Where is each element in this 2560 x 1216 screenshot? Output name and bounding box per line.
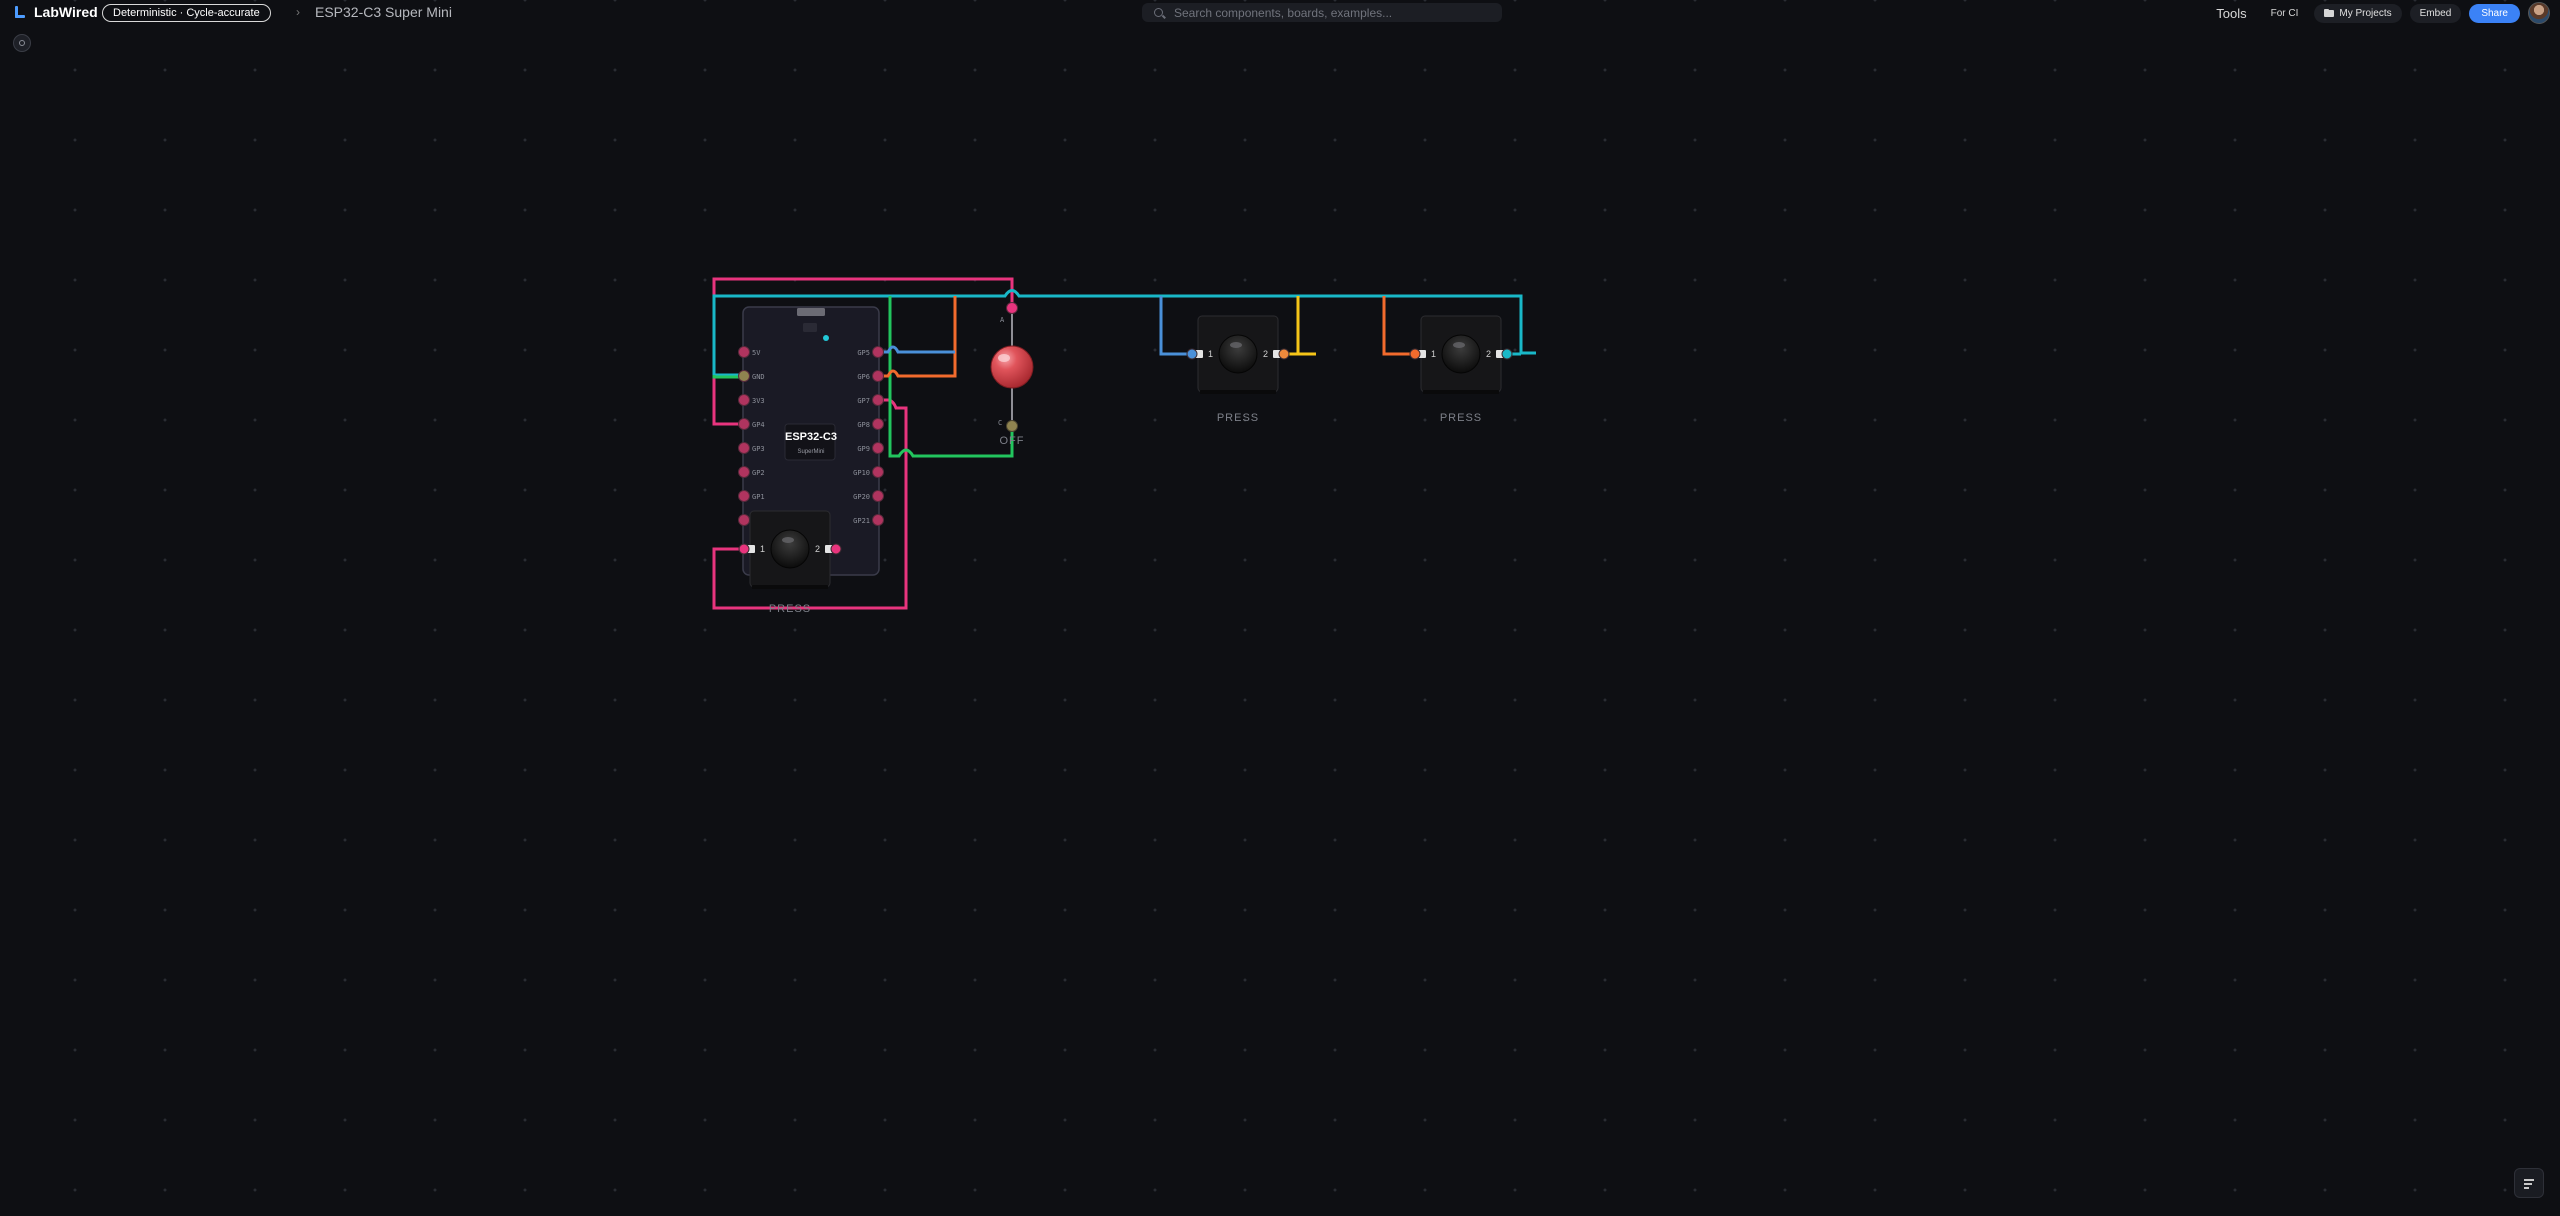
board-pin-gp8[interactable] [872, 418, 884, 430]
board-subtitle: SuperMini [797, 449, 824, 455]
board-pin-label: GP2 [752, 469, 765, 477]
board-pin-gp2[interactable] [738, 466, 750, 478]
button-base-shadow [752, 585, 828, 589]
board-pin-gp3[interactable] [738, 442, 750, 454]
button-label: PRESS [1217, 412, 1259, 424]
board-pin-gp0[interactable] [738, 514, 750, 526]
board-pin-label: GP21 [853, 517, 870, 525]
button-pin-2-label: 2 [815, 544, 820, 554]
circuit-diagram[interactable]: ESP32-C3 SuperMini 5V GND 3V3 GP4 GP3 GP2 GP1 G… [0, 0, 2560, 1216]
board-pin-label: GP20 [853, 493, 870, 501]
button-base-shadow [1423, 390, 1499, 394]
push-button-3[interactable]: 1 2 PRESS [1409, 315, 1513, 424]
push-button-1[interactable]: 1 2 PRESS [738, 510, 842, 615]
board-pin-label: GP10 [853, 469, 870, 477]
usb-connector [797, 308, 825, 316]
button-pin-1-label: 1 [760, 544, 765, 554]
board-chip [803, 323, 817, 332]
button-pin-1[interactable] [1186, 348, 1198, 360]
button-pin-1[interactable] [738, 543, 750, 555]
board-pin-label: GP6 [857, 373, 870, 381]
button-pin-1-label: 1 [1208, 349, 1213, 359]
wire-blue-gp5[interactable] [878, 345, 955, 354]
push-button-2[interactable]: 1 2 PRESS [1186, 315, 1290, 424]
board-pin-gp10[interactable] [872, 466, 884, 478]
board-pin-gp21[interactable] [872, 514, 884, 526]
board-title: ESP32-C3 [785, 431, 837, 443]
button-base-shadow [1200, 390, 1276, 394]
led-anode-label: A [1000, 316, 1005, 324]
button-cap-highlight [1453, 342, 1465, 348]
button-cap[interactable] [1441, 334, 1481, 374]
board-pin-gp4[interactable] [738, 418, 750, 430]
button-cap[interactable] [770, 529, 810, 569]
board-pin-3v3[interactable] [738, 394, 750, 406]
board-pin-gp5[interactable] [872, 346, 884, 358]
board-pin-label: GP7 [857, 397, 870, 405]
board-pin-5v[interactable] [738, 346, 750, 358]
board-pin-label: GP1 [752, 493, 765, 501]
led-body[interactable] [990, 345, 1034, 389]
board-pin-gp6[interactable] [872, 370, 884, 382]
button-label: PRESS [1440, 412, 1482, 424]
button-pin-2-label: 2 [1263, 349, 1268, 359]
wire-blue-button2[interactable] [1159, 296, 1190, 356]
board-pin-label: GP8 [857, 421, 870, 429]
led-cathode-pin[interactable] [1006, 420, 1018, 432]
board-pin-gp20[interactable] [872, 490, 884, 502]
board-pin-gnd[interactable] [738, 370, 750, 382]
board-pin-label: GND [752, 373, 765, 381]
led-anode-pin[interactable] [1006, 302, 1018, 314]
button-pin-1-label: 1 [1431, 349, 1436, 359]
led-component[interactable]: A C OFF [990, 302, 1034, 448]
wire-yellow-button2[interactable] [1285, 296, 1316, 356]
led-cathode-label: C [998, 419, 1002, 427]
board-pin-label: GP4 [752, 421, 765, 429]
button-label: PRESS [769, 603, 811, 615]
board-pin-label: GP3 [752, 445, 765, 453]
led-state-label: OFF [1000, 435, 1025, 447]
button-cap-highlight [1230, 342, 1242, 348]
board-pin-gp1[interactable] [738, 490, 750, 502]
board-pin-label: GP9 [857, 445, 870, 453]
board-pin-gp7[interactable] [872, 394, 884, 406]
board-pin-label: GP5 [857, 349, 870, 357]
button-pin-2[interactable] [1278, 348, 1290, 360]
button-pin-2[interactable] [1501, 348, 1513, 360]
button-cap[interactable] [1218, 334, 1258, 374]
wire-orange-button3[interactable] [1382, 296, 1413, 356]
board-pin-gp9[interactable] [872, 442, 884, 454]
button-pin-2-label: 2 [1486, 349, 1491, 359]
button-pin-1[interactable] [1409, 348, 1421, 360]
button-pin-2[interactable] [830, 543, 842, 555]
button-cap-highlight [782, 537, 794, 543]
board-pin-label: 5V [752, 349, 761, 357]
led-highlight [998, 354, 1010, 362]
board-pin-label: 3V3 [752, 397, 765, 405]
board-status-led [823, 335, 829, 341]
